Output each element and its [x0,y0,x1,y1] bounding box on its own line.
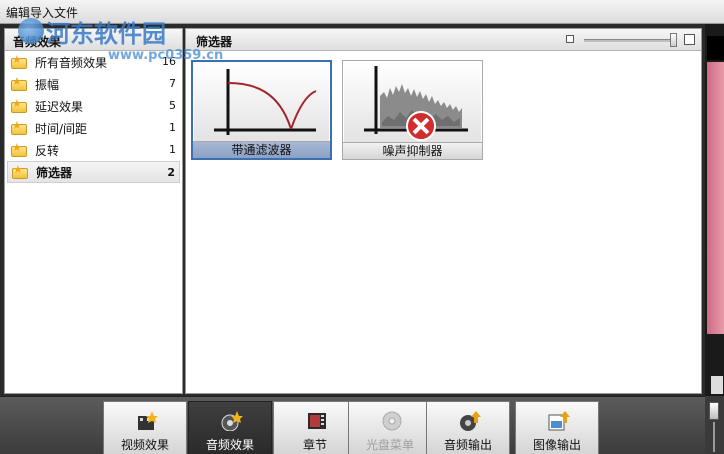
preview-caption [711,376,723,394]
image-output-button[interactable]: 图像输出 [515,401,599,454]
category-label: 所有音频效果 [35,55,108,70]
bandpass-curve-icon [194,63,329,141]
audio-effects-label: 音频效果 [205,438,254,452]
chapter-button[interactable]: 章节 [273,401,357,454]
star-folder-icon: ★ [11,141,29,157]
category-count: 7 [169,77,176,90]
star-folder-icon: ★ [11,53,29,69]
category-count: 16 [162,55,176,68]
preview-strip [707,62,724,334]
category-count: 5 [169,99,176,112]
zoom-slider-thumb[interactable] [670,33,677,47]
audio-output-button[interactable]: 音频输出 [426,401,510,454]
star-folder-icon: ★ [11,75,29,91]
video-effects-icon [138,411,158,430]
category-label: 反转 [35,143,60,158]
image-output-icon [548,411,570,431]
video-effects-button[interactable]: 视频效果 [103,401,187,454]
title-bar: 编辑导入文件 [0,0,724,24]
window-title: 编辑导入文件 [6,6,79,20]
effects-panel-title: 筛选器 [196,35,233,49]
effects-panel: 筛选器 带通滤波器 噪声抑制器 [185,28,702,394]
star-folder-icon: ★ [11,119,29,135]
category-count: 1 [169,121,176,134]
category-panel: 音频效果 ★ 所有音频效果 16 ★ 振幅 7 ★ 延迟效果 5 ★ 时间/间距… [4,28,183,394]
effect-tile-bandpass[interactable]: 带通滤波器 [191,60,332,160]
category-count: 2 [167,166,175,179]
disc-menu-label: 光盘菜单 [365,438,414,452]
category-count: 1 [169,143,176,156]
bottom-toolbar: 视频效果 音频效果 章节 光盘菜单 音频输出 图像输出 [0,396,705,454]
category-panel-header: 音频效果 [5,29,182,51]
video-effects-label: 视频效果 [120,438,169,452]
zoom-slider[interactable] [584,39,676,42]
effects-panel-header: 筛选器 [186,29,701,51]
zoom-small-icon[interactable] [566,35,574,43]
audio-output-icon [460,411,481,431]
slider-knob[interactable] [709,402,719,420]
category-label: 时间/间距 [35,121,88,136]
image-output-label: 图像输出 [532,438,581,452]
star-folder-icon: ★ [12,163,30,179]
category-item-all[interactable]: ★ 所有音频效果 16 [7,51,180,73]
category-item-reverse[interactable]: ★ 反转 1 [7,139,180,161]
effect-tile-noise-suppressor[interactable]: 噪声抑制器 [342,60,483,160]
category-item-delay[interactable]: ★ 延迟效果 5 [7,95,180,117]
category-label: 振幅 [35,77,60,92]
preview-edge [705,24,724,454]
effect-tile-label: 带通滤波器 [193,141,330,158]
chapter-label: 章节 [302,438,327,452]
bottom-right-slider[interactable] [705,396,724,454]
effect-tile-label: 噪声抑制器 [343,142,482,159]
audio-output-label: 音频输出 [443,438,492,452]
zoom-large-icon[interactable] [684,34,695,45]
audio-effects-button[interactable]: 音频效果 [188,401,272,454]
category-item-amplitude[interactable]: ★ 振幅 7 [7,73,180,95]
category-label: 筛选器 [36,165,73,180]
category-item-filters[interactable]: ★ 筛选器 2 [7,161,180,183]
chapter-icon [308,413,326,429]
disc-menu-icon [382,411,402,431]
category-item-time-pitch[interactable]: ★ 时间/间距 1 [7,117,180,139]
star-folder-icon: ★ [11,97,29,113]
disc-menu-button[interactable]: 光盘菜单 [348,401,432,454]
audio-effects-icon [221,411,243,431]
category-label: 延迟效果 [35,99,84,114]
noise-suppressor-icon [344,62,481,142]
